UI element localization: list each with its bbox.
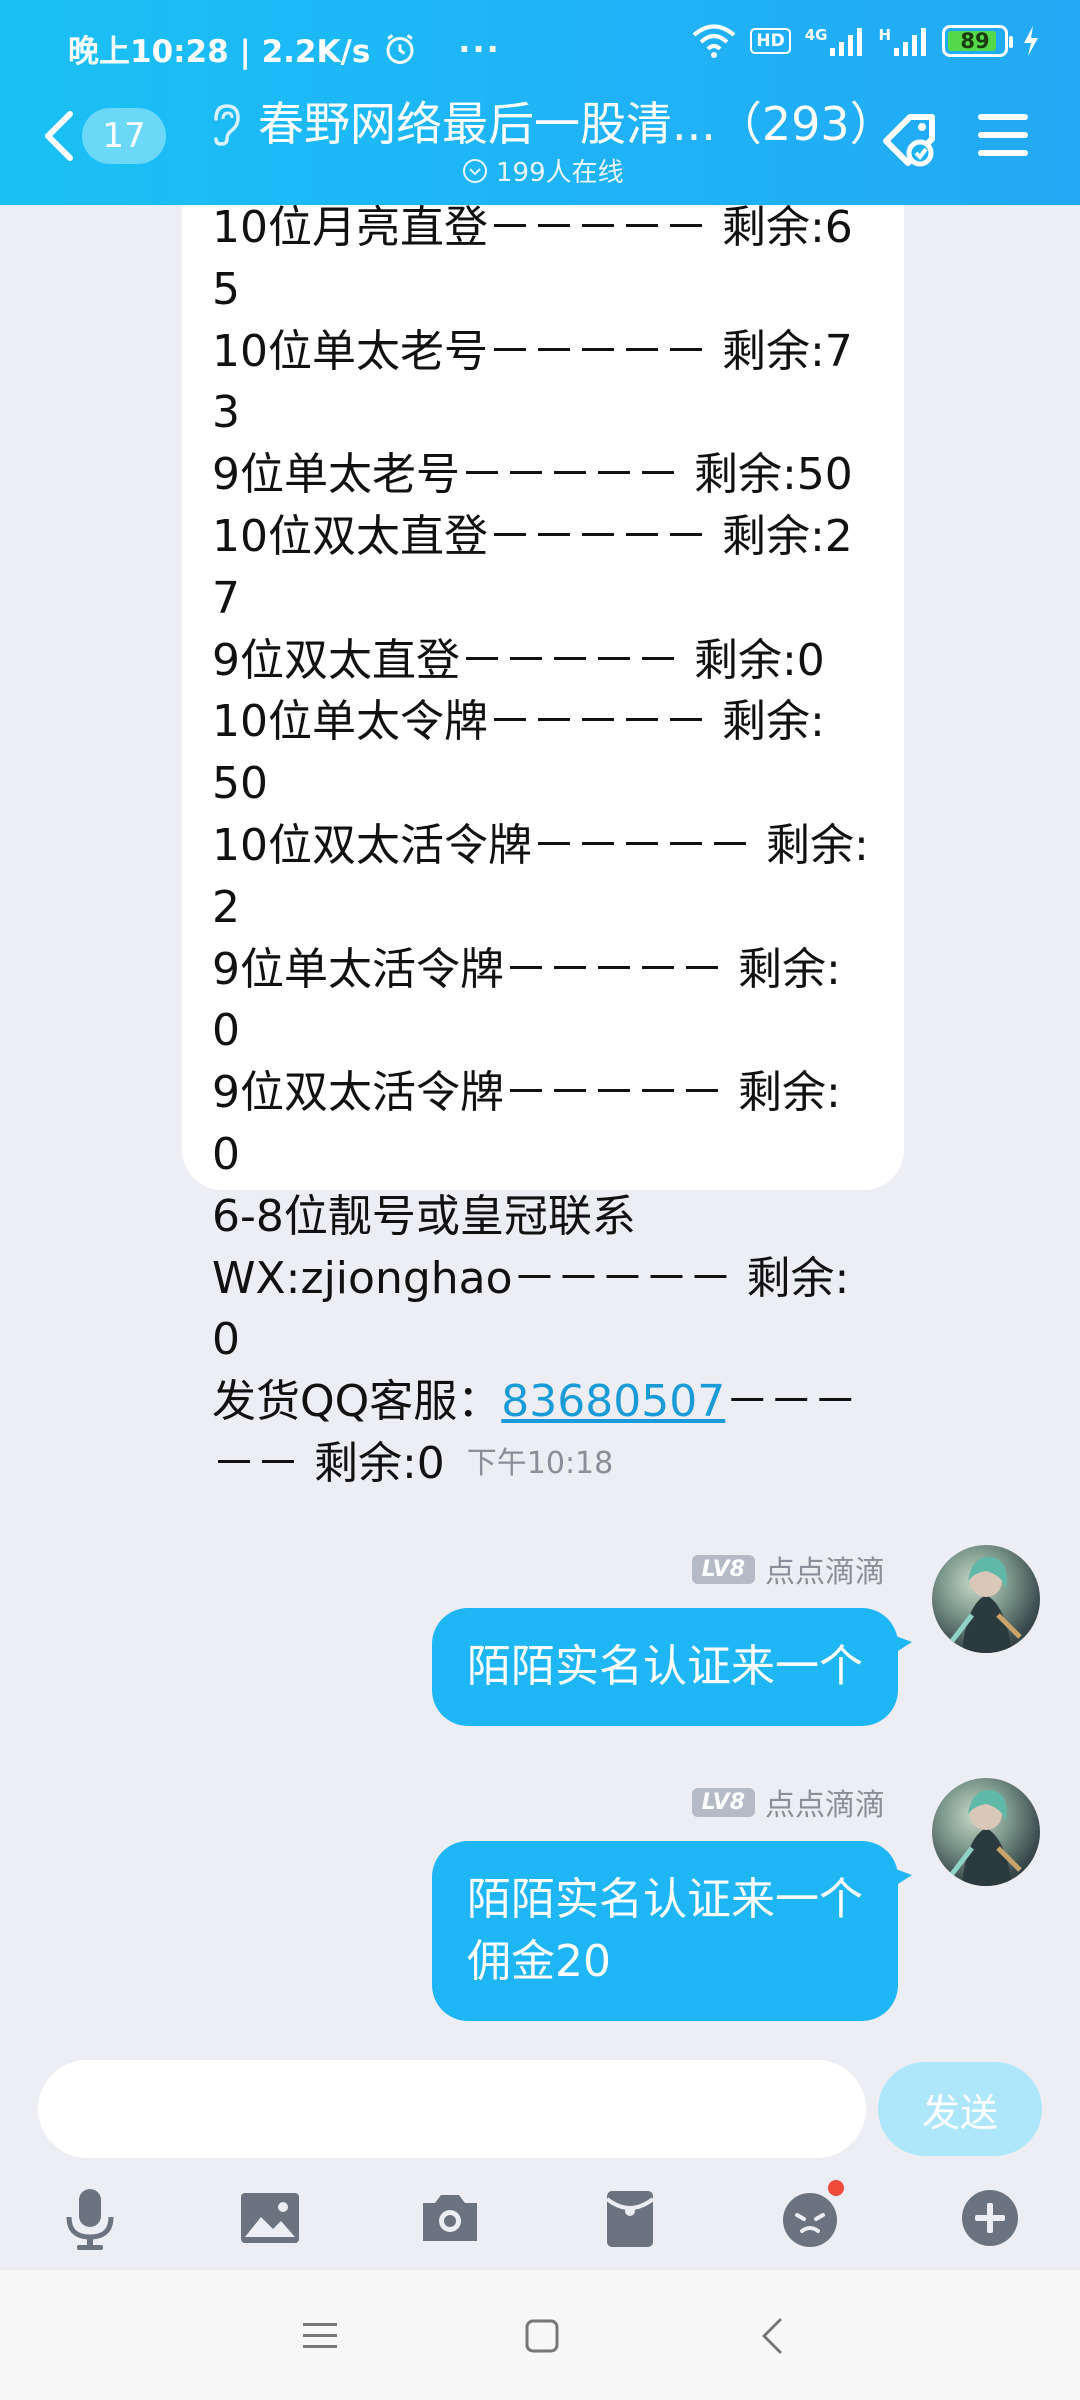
service-label: 发货QQ客服： xyxy=(212,1376,502,1428)
camera-icon xyxy=(423,2195,477,2241)
charging-icon xyxy=(1024,26,1038,56)
image-icon xyxy=(241,2193,299,2243)
status-more-dots: ··· xyxy=(458,29,501,68)
qq-number-link[interactable]: 83680507 xyxy=(501,1376,725,1427)
battery-icon: 89 xyxy=(942,25,1013,57)
input-toolbar xyxy=(0,2178,1080,2258)
recents-button[interactable] xyxy=(290,2306,350,2366)
message-line: 9位单太老号－－－－－ 剩余:50 xyxy=(212,449,853,501)
message-line: 9位双太直登－－－－－ 剩余:0 xyxy=(212,634,825,686)
plus-icon xyxy=(962,2190,1018,2246)
service-dashes: －－－ xyxy=(725,1376,858,1428)
image-button[interactable] xyxy=(230,2178,310,2258)
sender-name[interactable]: 点点滴滴 xyxy=(765,1547,885,1591)
signal-h-icon: H xyxy=(878,26,928,56)
avatar[interactable] xyxy=(932,1778,1040,1886)
network-type-4g: 4G xyxy=(804,26,828,44)
ear-icon xyxy=(214,104,240,146)
square-icon xyxy=(525,2319,559,2353)
microphone-icon xyxy=(66,2189,114,2250)
home-button[interactable] xyxy=(512,2306,572,2366)
message-line: 2 xyxy=(212,881,240,933)
level-badge: LV8 xyxy=(691,1554,755,1584)
message-line: 10位双太活令牌－－－－－ 剩余: xyxy=(212,819,869,871)
stock-list-message[interactable]: 10位月亮直登－－－－－ 剩余:65 10位单太老号－－－－－ 剩余:73 9位… xyxy=(182,205,904,1489)
emoji-button[interactable] xyxy=(770,2178,850,2258)
sender-info: LV8 点点滴滴 xyxy=(691,1780,885,1824)
battery-level: 89 xyxy=(960,29,990,53)
status-bar-right: HD 4G H 89 xyxy=(692,24,1040,58)
wifi-icon xyxy=(693,24,736,58)
message-line: 50 xyxy=(212,758,268,810)
message-line: 9位单太活令牌－－－－－ 剩余: xyxy=(212,943,841,995)
back-chevron-icon xyxy=(762,2318,782,2354)
back-arrow-icon[interactable] xyxy=(40,110,80,162)
message-timestamp: 下午10:18 xyxy=(466,1446,614,1481)
message-line: 0 xyxy=(212,1314,240,1366)
message-line: WX:zjionghao－－－－－ 剩余: xyxy=(212,1252,850,1304)
message-line: 10位单太老号－－－－－ 剩余:73 xyxy=(212,325,853,439)
online-status: 199人在线 xyxy=(462,152,624,189)
chat-header: 晚上10:28 | 2.2K/s ··· HD 4G H 89 17 春野网络最… xyxy=(0,0,1080,205)
message-line: 0 xyxy=(212,1128,240,1180)
chat-title: 春野网络最后一股清...（293） xyxy=(258,97,896,151)
sent-message[interactable]: 陌陌实名认证来一个 xyxy=(432,1608,912,1726)
sender-info: LV8 点点滴滴 xyxy=(691,1547,885,1591)
network-type-h: H xyxy=(878,26,891,44)
menu-lines-icon xyxy=(303,2323,337,2348)
menu-icon[interactable] xyxy=(978,112,1028,158)
message-line: 10位双太直登－－－－－ 剩余:27 xyxy=(212,510,853,624)
voice-button[interactable] xyxy=(50,2178,130,2258)
hd-icon: HD xyxy=(750,28,791,54)
tag-icon[interactable] xyxy=(876,105,946,175)
message-line: 6-8位靓号或皇冠联系 xyxy=(212,1190,636,1242)
message-line: 9位双太活令牌－－－－－ 剩余: xyxy=(212,1067,841,1119)
sender-name[interactable]: 点点滴滴 xyxy=(765,1780,885,1824)
chevron-circle-icon xyxy=(463,158,487,183)
unread-count-badge[interactable]: 17 xyxy=(82,108,166,164)
sent-message[interactable]: 陌陌实名认证来一个 佣金20 xyxy=(432,1841,912,2021)
notification-dot xyxy=(828,2180,844,2196)
message-line: 0 xyxy=(212,1005,240,1057)
red-packet-icon xyxy=(605,2191,655,2247)
red-packet-button[interactable] xyxy=(590,2178,670,2258)
chat-messages[interactable]: 10位月亮直登－－－－－ 剩余:65 10位单太老号－－－－－ 剩余:73 9位… xyxy=(0,205,1080,2060)
more-button[interactable] xyxy=(950,2178,1030,2258)
message-text: 陌陌实名认证来一个 xyxy=(467,1641,863,1692)
nav-back-button[interactable] xyxy=(742,2306,802,2366)
camera-button[interactable] xyxy=(410,2178,490,2258)
send-button[interactable]: 发送 xyxy=(878,2062,1042,2156)
message-line: 10位月亮直登－－－－－ 剩余:65 xyxy=(212,205,853,315)
alarm-icon xyxy=(386,33,414,64)
message-text: 陌陌实名认证来一个 xyxy=(467,1874,863,1925)
status-time: 晚上10:28 | 2.2K/s xyxy=(68,34,371,70)
service-line: 发货QQ客服：83680507－－－ xyxy=(212,1371,874,1433)
level-badge: LV8 xyxy=(691,1787,755,1817)
system-nav-bar xyxy=(0,2270,1080,2400)
message-line: 10位单太令牌－－－－－ 剩余: xyxy=(212,696,825,748)
avatar[interactable] xyxy=(932,1545,1040,1653)
status-bar-left: 晚上10:28 | 2.2K/s ··· xyxy=(68,26,501,71)
online-count: 199人在线 xyxy=(496,158,624,188)
message-text: 佣金20 xyxy=(467,1936,611,1987)
message-input[interactable] xyxy=(38,2060,866,2158)
input-area: 发送 xyxy=(0,2060,1080,2270)
signal-4g-icon: 4G xyxy=(805,26,865,56)
